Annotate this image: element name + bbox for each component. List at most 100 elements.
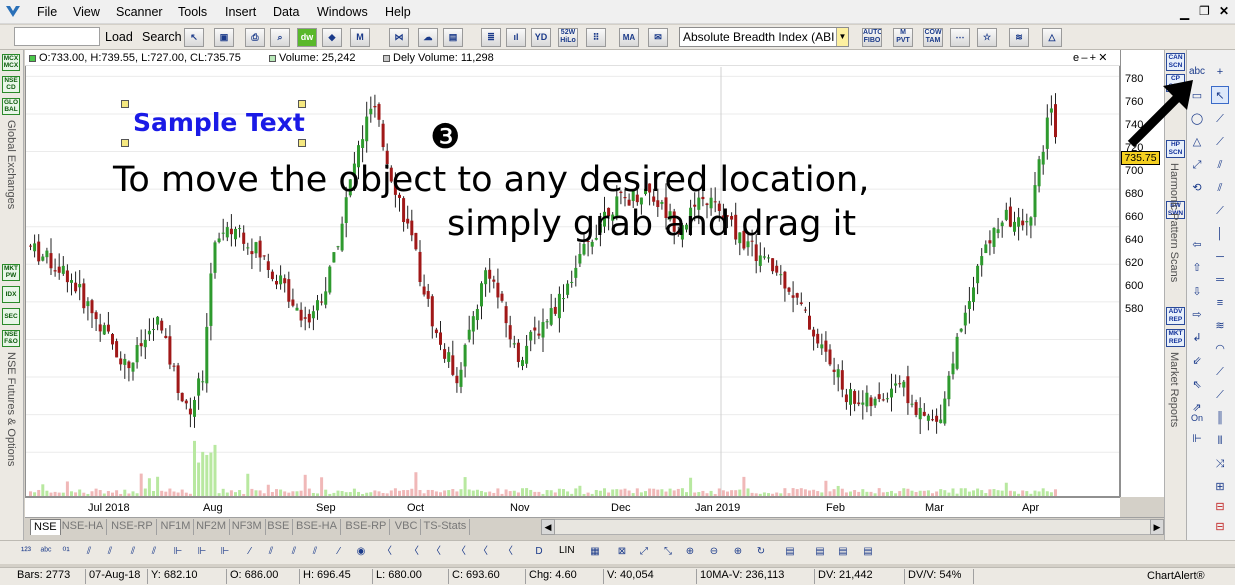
angle4-icon[interactable]: 〈 [452,543,470,561]
52w-hilo-icon[interactable]: 52W HiLo [558,28,578,47]
chart-window-controls[interactable]: e – + ✕ [1073,51,1107,64]
sample-text-object[interactable]: Sample Text [133,108,305,137]
clear-tool-icon[interactable]: ⊟ [1211,518,1229,536]
cycle-lines-tool-icon[interactable]: ║ [1211,409,1229,427]
fork6-icon[interactable]: ⫽ [285,543,303,561]
expand-icon[interactable]: ⤢ [635,543,653,561]
tab-nse-ha[interactable]: NSE-HA [59,519,108,535]
selection-handle[interactable] [298,100,306,108]
cursor-tool-icon[interactable]: ↖ [184,28,204,47]
ma-icon[interactable]: MA [619,28,639,47]
arrow-down-tool-icon[interactable]: ⇩ [1188,283,1206,301]
tab-nf3m[interactable]: NF3M [229,519,266,535]
tab-bse[interactable]: BSE [264,519,294,535]
global-button[interactable]: GLO BAL [2,98,20,115]
horizontal-scrollbar[interactable] [541,519,1154,535]
idx-button[interactable]: IDX [2,286,20,303]
angle-icon[interactable]: 〈 [378,543,396,561]
arrow-right-tool-icon[interactable]: ⇨ [1188,306,1206,324]
selection-handle[interactable] [121,139,129,147]
pointer-tool-icon[interactable]: ↖ [1211,86,1229,104]
load-button[interactable]: Load [105,30,133,44]
sec-button[interactable]: SEC [2,308,20,325]
list3-icon[interactable]: ▤ [834,543,852,561]
selection-handle[interactable] [298,139,306,147]
cow-tam-icon[interactable]: COW TAM [923,28,943,47]
symbol-input[interactable] [14,27,100,46]
restore-icon[interactable]: ❐ [1199,4,1210,18]
tab-ts-stats[interactable]: TS-Stats [421,519,471,535]
nse-cd-button[interactable]: NSE CD [2,76,20,93]
adv-rep-button[interactable]: ADV REP [1166,307,1185,325]
save-icon[interactable]: ▣ [214,28,234,47]
menu-tools[interactable]: Tools [178,5,207,19]
slash-icon[interactable]: ⁄ [241,543,259,561]
refresh-icon[interactable]: ↻ [752,543,770,561]
fan-tool-icon[interactable]: ⟋ [1211,202,1229,220]
menu-data[interactable]: Data [273,5,299,19]
bar2-icon[interactable]: ⊩ [193,543,211,561]
print-icon[interactable]: ⎙ [245,28,265,47]
list-icon[interactable]: ▤ [781,543,799,561]
expand-tool-icon[interactable]: ⤢ [1188,156,1206,174]
dw-icon[interactable]: dw [297,28,317,47]
selection-handle[interactable] [121,100,129,108]
crosshair-tool-icon[interactable]: + [1211,63,1229,81]
pattern-tool-icon[interactable]: ⤨ [1211,455,1229,473]
fork5-icon[interactable]: ⫽ [262,543,280,561]
list2-icon[interactable]: ▤ [811,543,829,561]
dots-icon[interactable]: ⋯ [950,28,970,47]
arc-tool-icon[interactable]: ⟲ [1188,179,1206,197]
yd-icon[interactable]: YD [531,28,551,47]
tab-vbc[interactable]: VBC [392,519,422,535]
fork2-icon[interactable]: ⫽ [101,543,119,561]
fibo-lines-tool-icon[interactable]: ≡ [1211,294,1229,312]
hline-tool-icon[interactable]: ═ [1211,271,1229,289]
scroll-left-icon[interactable]: ◀ [541,519,555,535]
fork-icon[interactable]: ⫽ [80,543,98,561]
trendline-tool-icon[interactable]: ⟋ [1211,110,1229,128]
m-tool-icon[interactable]: M [350,28,370,47]
arrow-left-tool-icon[interactable]: ⇦ [1188,236,1206,254]
tab-bse-rp[interactable]: BSE-RP [342,519,391,535]
angle2-icon[interactable]: 〈 [405,543,423,561]
menu-windows[interactable]: Windows [317,5,368,19]
menu-view[interactable]: View [73,5,100,19]
minimize-icon[interactable]: ▁ [1180,6,1189,20]
triangle-icon[interactable]: △ [1042,28,1062,47]
can-scn-button[interactable]: CAN SCN [1166,53,1185,71]
star-icon[interactable]: ☆ [977,28,997,47]
chevron-down-icon[interactable]: ▼ [836,28,848,46]
fibo-fan-tool-icon[interactable]: ≋ [1211,317,1229,335]
abc-icon[interactable]: ᵃᵇᶜ [37,543,55,561]
on-toggle[interactable]: On [1188,409,1206,427]
nse-futures-options-label[interactable]: NSE Futures & Options [5,352,17,466]
link-icon[interactable]: ⋈ [389,28,409,47]
bar-icon[interactable]: ⊩ [169,543,187,561]
channel-sl-tool-icon[interactable]: ⫽ [1211,179,1229,197]
tab-nf2m[interactable]: NF2M [193,519,231,535]
chart-bars-icon[interactable]: ≣ [481,28,501,47]
tab-nf1m[interactable]: NF1M [158,519,195,535]
angle5-icon[interactable]: 〈 [474,543,492,561]
channel-tool-icon[interactable]: ⫽ [1211,156,1229,174]
print-preview-icon[interactable]: ⌕ [270,28,290,47]
search-button[interactable]: Search [142,30,182,44]
angle3-icon[interactable]: 〈 [427,543,445,561]
menu-file[interactable]: File [37,5,57,19]
close-icon[interactable]: ✕ [1219,4,1229,18]
bar3-icon[interactable]: ⊩ [216,543,234,561]
tab-bse-ha[interactable]: BSE-HA [293,519,341,535]
m-pvt-icon[interactable]: M PVT [893,28,913,47]
speed-lines-tool-icon[interactable]: ⟋ [1211,386,1229,404]
zoom-in-icon[interactable]: ⊕ [681,543,699,561]
tab-nse-rp[interactable]: NSE-RP [108,519,157,535]
global-exchanges-label[interactable]: Global Exchanges [5,120,17,209]
layout-icon[interactable]: ▤ [443,28,463,47]
fibo-arc-tool-icon[interactable]: ◠ [1211,340,1229,358]
fork3-icon[interactable]: ⫽ [124,543,142,561]
zoom-out-icon[interactable]: ⊖ [705,543,723,561]
delete-lines-tool-icon[interactable]: ⊟ [1211,498,1229,516]
indicator-select[interactable]: Absolute Breadth Index (ABI [679,27,849,47]
shrink-icon[interactable]: ⤡ [659,543,677,561]
